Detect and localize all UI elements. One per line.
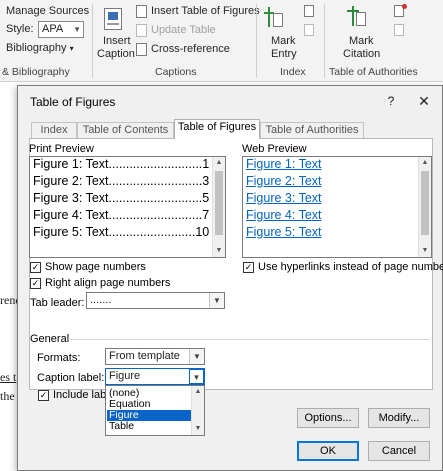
- group-label-index: Index: [280, 66, 306, 78]
- web-preview-scrollbar[interactable]: ▲ ▼: [418, 157, 431, 257]
- use-hyperlinks-label: Use hyperlinks instead of page numbers: [258, 261, 443, 273]
- mark-entry-label-1: Mark: [271, 35, 296, 47]
- update-index-icon: [304, 24, 314, 36]
- alert-dot-icon: [402, 4, 407, 9]
- mark-citation-label-1: Mark: [349, 35, 374, 47]
- web-preview-label: Web Preview: [242, 143, 307, 155]
- chevron-down-icon: ▼: [189, 349, 204, 364]
- include-label-checkbox[interactable]: ✓: [38, 390, 49, 401]
- group-divider: [324, 4, 325, 78]
- caption-option[interactable]: Table: [107, 421, 191, 432]
- update-table-label: Update Table: [151, 24, 216, 36]
- scroll-down-icon[interactable]: ▼: [213, 245, 225, 257]
- bibliography-label: Bibliography: [6, 42, 67, 54]
- document-text-fragment-text: es t: [0, 370, 17, 384]
- scroll-up-icon[interactable]: ▲: [192, 386, 204, 398]
- tab-leader-label: Tab leader:: [30, 297, 85, 309]
- formats-value: From template: [109, 350, 180, 362]
- tab-leader-value: .......: [90, 294, 112, 306]
- include-label-text: Include label: [53, 389, 105, 401]
- help-button[interactable]: ?: [382, 92, 400, 110]
- scroll-thumb[interactable]: [421, 171, 429, 235]
- print-preview-scrollbar[interactable]: ▲ ▼: [212, 157, 225, 257]
- chevron-down-icon: ▼: [189, 369, 204, 384]
- formats-dropdown[interactable]: From template ▼: [105, 348, 205, 365]
- bibliography-button[interactable]: Bibliography ▾: [6, 42, 74, 54]
- caption-label-label: Caption label:: [37, 372, 105, 384]
- right-align-page-numbers-checkbox[interactable]: ✓: [30, 278, 41, 289]
- document-text-fragment: the: [0, 389, 15, 403]
- cancel-button[interactable]: Cancel: [368, 441, 430, 461]
- tab-leader-dropdown[interactable]: ....... ▼: [86, 292, 225, 309]
- table-of-figures-icon: [136, 5, 147, 18]
- use-hyperlinks-checkbox[interactable]: ✓: [243, 262, 254, 273]
- group-label-captions: Captions: [155, 66, 197, 78]
- chevron-down-icon: ▼: [73, 25, 81, 34]
- group-label-table-of-authorities: Table of Authorities: [329, 66, 418, 78]
- cross-reference-label: Cross-reference: [151, 43, 230, 55]
- ribbon: Manage Sources Style: APA ▼ Bibliography…: [0, 0, 443, 82]
- insert-index-icon: [304, 5, 314, 17]
- group-label-citations: & Bibliography: [2, 66, 70, 78]
- insert-table-of-figures-label: Insert Table of Figures: [151, 5, 260, 17]
- insert-caption-label-1: Insert: [103, 35, 131, 47]
- manage-sources-button[interactable]: Manage Sources: [6, 5, 89, 17]
- show-page-numbers-label: Show page numbers: [45, 261, 146, 273]
- options-button[interactable]: Options...: [297, 408, 359, 428]
- scroll-thumb[interactable]: [215, 171, 223, 235]
- caption-label-dropdown[interactable]: Figure ▼: [105, 368, 205, 385]
- mark-citation-label-2: Citation: [343, 48, 381, 60]
- group-divider: [256, 4, 257, 78]
- print-preview-item: Figure 3: Text..........................…: [33, 191, 210, 205]
- scroll-up-icon[interactable]: ▲: [213, 157, 225, 169]
- close-button[interactable]: ✕: [414, 91, 434, 111]
- chevron-down-icon: ▾: [69, 44, 74, 53]
- tab-table-of-contents[interactable]: Table of Contents: [77, 122, 174, 138]
- web-preview-link[interactable]: Figure 2: Text: [246, 174, 322, 188]
- style-select[interactable]: APA ▼: [38, 21, 84, 38]
- scroll-up-icon[interactable]: ▲: [419, 157, 431, 169]
- document-text-fragment: es t: [0, 370, 16, 385]
- close-icon: ✕: [418, 93, 430, 109]
- chevron-down-icon: ▼: [209, 293, 224, 308]
- tab-index[interactable]: Index: [31, 122, 77, 138]
- tab-table-of-authorities[interactable]: Table of Authorities: [260, 122, 364, 138]
- cross-reference-icon: [136, 43, 147, 56]
- print-preview-item: Figure 4: Text..........................…: [33, 208, 210, 222]
- caption-label-value: Figure: [109, 370, 141, 382]
- general-divider: [70, 339, 430, 340]
- web-preview-link[interactable]: Figure 5: Text: [246, 225, 322, 239]
- right-align-page-numbers-label: Right align page numbers: [45, 277, 171, 289]
- modify-button[interactable]: Modify...: [368, 408, 430, 428]
- caption-label-listbox[interactable]: (none) Equation Figure Table ▲ ▼: [105, 385, 205, 436]
- insert-caption-label-2: Caption: [97, 48, 135, 60]
- show-page-numbers-checkbox[interactable]: ✓: [30, 262, 41, 273]
- print-preview-item: Figure 5: Text.........................1…: [33, 225, 210, 239]
- scroll-down-icon[interactable]: ▼: [419, 245, 431, 257]
- update-table-of-authorities-icon: [394, 24, 404, 36]
- caption-listbox-scrollbar[interactable]: ▲ ▼: [191, 386, 204, 435]
- style-value: APA: [42, 23, 64, 35]
- scroll-down-icon[interactable]: ▼: [192, 423, 204, 435]
- web-preview-link[interactable]: Figure 3: Text: [246, 191, 322, 205]
- web-preview-box[interactable]: Figure 1: Text Figure 2: Text Figure 3: …: [242, 156, 432, 258]
- web-preview-link[interactable]: Figure 4: Text: [246, 208, 322, 222]
- dialog-title: Table of Figures: [30, 95, 116, 109]
- group-divider: [92, 4, 93, 78]
- update-table-icon: [136, 24, 147, 37]
- print-preview-item: Figure 2: Text..........................…: [33, 174, 210, 188]
- mark-entry-label-2: Entry: [271, 48, 297, 60]
- print-preview-box[interactable]: Figure 1: Text..........................…: [29, 156, 226, 258]
- ok-button[interactable]: OK: [297, 441, 359, 461]
- formats-label: Formats:: [37, 352, 81, 364]
- general-section-label: General: [30, 333, 70, 345]
- tab-table-of-figures[interactable]: Table of Figures: [174, 119, 260, 139]
- print-preview-label: Print Preview: [29, 143, 94, 155]
- style-label: Style:: [6, 23, 34, 35]
- print-preview-item: Figure 1: Text..........................…: [33, 157, 210, 171]
- web-preview-link[interactable]: Figure 1: Text: [246, 157, 322, 171]
- table-of-figures-dialog: Table of Figures ? ✕ Index Table of Cont…: [17, 85, 443, 471]
